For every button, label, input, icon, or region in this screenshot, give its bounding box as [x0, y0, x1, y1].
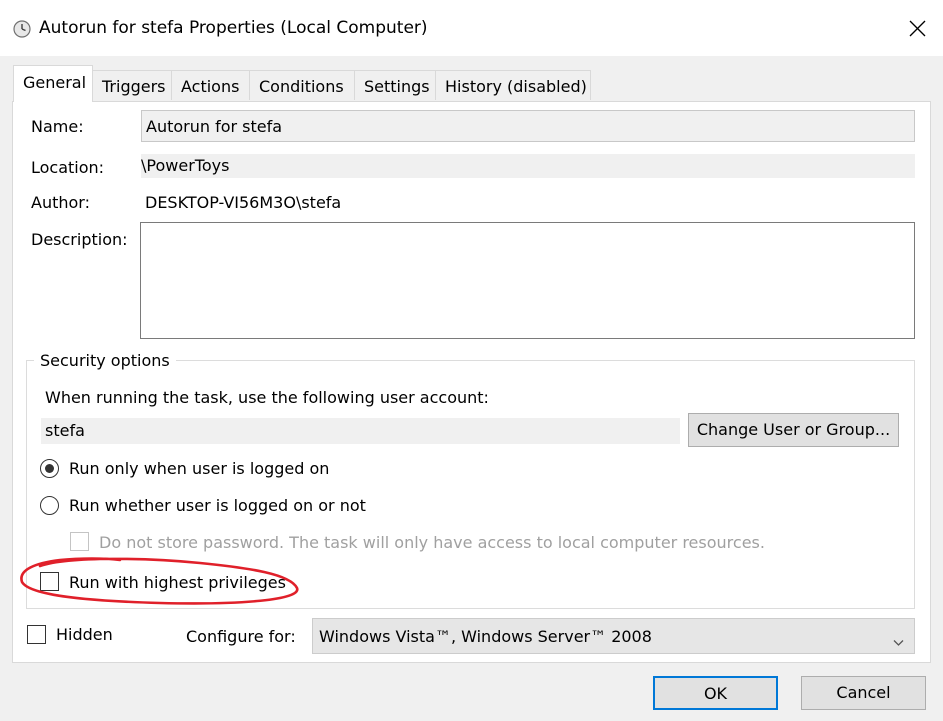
- hidden-checkbox[interactable]: [27, 625, 46, 644]
- cancel-label: Cancel: [836, 683, 891, 702]
- tab-actions[interactable]: Actions: [171, 70, 250, 100]
- cancel-button[interactable]: Cancel: [801, 676, 926, 710]
- tab-history[interactable]: History (disabled): [435, 70, 591, 100]
- do-not-store-password-label: Do not store password. The task will onl…: [99, 533, 765, 552]
- description-label: Description:: [31, 230, 128, 249]
- close-button[interactable]: [892, 0, 943, 56]
- tab-label: Triggers: [102, 77, 166, 96]
- window-title: Autorun for stefa Properties (Local Comp…: [39, 18, 428, 38]
- run-with-highest-privileges-label[interactable]: Run with highest privileges: [69, 573, 286, 592]
- run-when-logged-on-label[interactable]: Run only when user is logged on: [69, 459, 329, 478]
- user-account-value: stefa: [45, 421, 85, 440]
- account-prompt: When running the task, use the following…: [45, 388, 489, 407]
- author-label: Author:: [31, 193, 90, 212]
- tab-general[interactable]: General: [13, 65, 93, 102]
- tab-label: Settings: [364, 77, 430, 96]
- run-with-highest-privileges-checkbox[interactable]: [40, 572, 59, 591]
- ok-label: OK: [703, 684, 728, 703]
- tab-label: General: [23, 73, 87, 92]
- author-value: DESKTOP-VI56M3O\stefa: [145, 193, 342, 212]
- close-icon: [909, 20, 926, 37]
- title-bar: Autorun for stefa Properties (Local Comp…: [0, 0, 943, 56]
- radio-selected-dot: [45, 464, 54, 473]
- tab-label: History (disabled): [445, 77, 587, 96]
- configure-for-label: Configure for:: [186, 627, 296, 646]
- tab-label: Actions: [181, 77, 240, 96]
- chevron-down-icon: [893, 632, 904, 651]
- properties-dialog: Autorun for stefa Properties (Local Comp…: [0, 0, 943, 721]
- do-not-store-password-checkbox[interactable]: [70, 532, 89, 551]
- configure-for-value: Windows Vista™, Windows Server™ 2008: [319, 627, 652, 646]
- ok-button[interactable]: OK: [653, 676, 778, 710]
- change-user-or-group-label: Change User or Group...: [696, 420, 891, 439]
- radio-run-whether-logged-on[interactable]: [40, 496, 59, 515]
- clock-icon: [13, 20, 31, 38]
- change-user-or-group-button[interactable]: Change User or Group...: [688, 413, 899, 447]
- name-field[interactable]: Autorun for stefa: [141, 110, 915, 142]
- tab-label: Conditions: [259, 77, 344, 96]
- configure-for-dropdown[interactable]: Windows Vista™, Windows Server™ 2008: [312, 618, 915, 654]
- name-value: Autorun for stefa: [146, 117, 283, 136]
- location-field: \PowerToys: [141, 154, 915, 178]
- name-label: Name:: [31, 117, 84, 136]
- tab-triggers[interactable]: Triggers: [92, 70, 172, 100]
- tab-settings[interactable]: Settings: [354, 70, 436, 100]
- radio-run-when-logged-on[interactable]: [40, 459, 59, 478]
- location-value: \PowerToys: [141, 156, 230, 175]
- user-account-field: stefa: [41, 418, 680, 444]
- hidden-label[interactable]: Hidden: [56, 625, 113, 644]
- tab-conditions[interactable]: Conditions: [249, 70, 355, 100]
- run-whether-logged-on-label[interactable]: Run whether user is logged on or not: [69, 496, 366, 515]
- description-field[interactable]: [140, 222, 915, 339]
- security-options-title: Security options: [34, 351, 176, 370]
- location-label: Location:: [31, 158, 105, 177]
